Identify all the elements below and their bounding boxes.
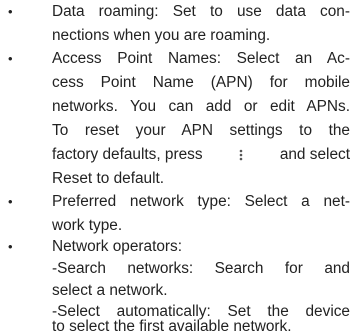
item-data-roaming-line-1: Data roaming: Set to use data con- bbox=[52, 3, 350, 20]
item-operators-line-2: -Search networks: Search for and bbox=[52, 260, 350, 277]
item-network-type-line-1: Preferred network type: Select a net- bbox=[52, 193, 350, 210]
item-apn-line-4: To reset your APN settings to the bbox=[52, 122, 350, 139]
item-operators-line-3: select a network. bbox=[52, 282, 168, 299]
manual-page: • Data roaming: Set to use data con- nec… bbox=[0, 0, 354, 336]
apn-line5-before: factory defaults, press bbox=[52, 146, 203, 163]
apn-line5-after: and select bbox=[279, 146, 350, 163]
item-network-type-line-2: work type. bbox=[52, 217, 123, 234]
bullet-glyph: • bbox=[8, 4, 13, 19]
bullet-glyph: • bbox=[8, 51, 13, 66]
item-data-roaming-line-2: nections when you are roaming. bbox=[52, 27, 271, 44]
item-operators-line-1: Network operators: bbox=[52, 238, 183, 255]
bullet-glyph: • bbox=[8, 194, 13, 209]
item-apn-line-6: Reset to default. bbox=[52, 170, 165, 187]
bullet-glyph: • bbox=[8, 239, 13, 254]
item-apn-line-1: Access Point Names: Select an Ac- bbox=[52, 50, 350, 67]
item-apn-line-5: factory defaults, press and select bbox=[52, 146, 350, 164]
item-apn-line-2: cess Point Name (APN) for mobile bbox=[52, 74, 350, 91]
item-apn-line-3: networks. You can add or edit APNs. bbox=[52, 98, 350, 115]
more-options-icon bbox=[239, 149, 243, 161]
item-operators-line-5: to select the first available network. bbox=[52, 318, 292, 335]
